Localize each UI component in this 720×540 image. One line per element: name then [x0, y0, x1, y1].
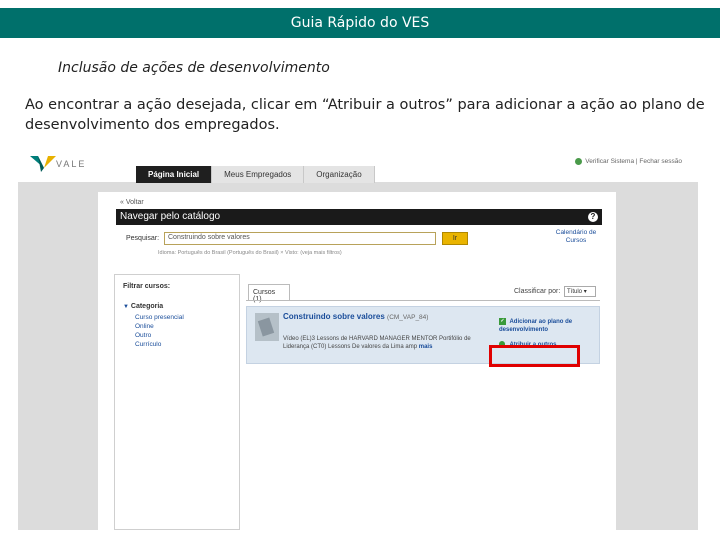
catalog-title: Navegar pelo catálogo — [120, 211, 221, 222]
active-filters: Idioma: Português do Brasil (Português d… — [158, 250, 342, 256]
back-link[interactable]: « Voltar — [120, 199, 144, 206]
sort-select[interactable]: Título ▾ — [564, 286, 596, 297]
more-link[interactable]: mais — [419, 344, 433, 350]
category-title: Categoria — [130, 303, 164, 310]
category-list: Curso presencial Online Outro Currículo — [135, 313, 184, 349]
app-screenshot: VALE Verificar Sistema | Fechar sessão P… — [18, 150, 698, 530]
user-icon — [575, 158, 583, 165]
tab-home[interactable]: Página Inicial — [136, 166, 213, 183]
course-title[interactable]: Construindo sobre valores — [283, 312, 385, 321]
main-nav: Página Inicial Meus Empregados Organizaç… — [136, 166, 375, 183]
slide-subtitle: Inclusão de ações de desenvolvimento — [58, 60, 330, 76]
slide-instruction: Ao encontrar a ação desejada, clicar em … — [25, 97, 705, 133]
tab-divider — [246, 300, 600, 301]
chevron-down-icon: ▾ — [583, 289, 587, 295]
slide-header-title: Guia Rápido do VES — [290, 15, 430, 31]
course-description: Vídeo (EL)3 Lessons de HARVARD MANAGER M… — [283, 335, 495, 351]
slide-header-bar: Guia Rápido do VES — [0, 8, 720, 38]
catalog-title-bar: Navegar pelo catálogo ? — [116, 209, 602, 225]
app-header: VALE Verificar Sistema | Fechar sessão P… — [18, 150, 698, 183]
user-links-label[interactable]: Verificar Sistema | Fechar sessão — [585, 158, 682, 165]
add-to-plan-label[interactable]: Adicionar ao plano de desenvolvimento — [499, 319, 572, 333]
user-links[interactable]: Verificar Sistema | Fechar sessão — [575, 158, 682, 165]
sort-value: Título — [567, 289, 583, 295]
highlight-box — [489, 345, 580, 367]
search-input[interactable]: Construindo sobre valores — [164, 232, 436, 245]
search-label: Pesquisar: — [126, 235, 160, 242]
tab-organization[interactable]: Organização — [304, 166, 375, 183]
course-description-text: Vídeo (EL)3 Lessons de HARVARD MANAGER M… — [283, 336, 471, 350]
tab-courses[interactable]: Cursos (1) — [248, 284, 290, 303]
category-item[interactable]: Currículo — [135, 340, 184, 349]
checkbox-icon: ✓ — [499, 318, 506, 325]
tab-my-employees[interactable]: Meus Empregados — [212, 166, 305, 183]
category-heading[interactable]: ▼ Categoria — [123, 303, 163, 310]
course-title-link[interactable]: Construindo sobre valores (CM_VAP_84) — [283, 312, 428, 321]
results-panel: Cursos (1) Classificar por: Título ▾ Con… — [246, 274, 600, 530]
course-calendar-link[interactable]: Calendário de Cursos — [546, 229, 606, 245]
search-go-button[interactable]: Ir — [442, 232, 468, 245]
filter-panel: Filtrar cursos: ▼ Categoria Curso presen… — [114, 274, 240, 530]
vale-logo-text: VALE — [56, 159, 87, 169]
course-thumbnail — [255, 313, 279, 341]
help-icon[interactable]: ? — [588, 212, 598, 222]
filter-title: Filtrar cursos: — [123, 283, 171, 290]
sort-label: Classificar por: — [514, 288, 561, 295]
triangle-down-icon: ▼ — [123, 304, 129, 310]
course-code: (CM_VAP_84) — [387, 314, 429, 321]
category-item[interactable]: Curso presencial — [135, 313, 184, 322]
category-item[interactable]: Outro — [135, 331, 184, 340]
add-to-plan-link[interactable]: ✓ Adicionar ao plano de desenvolvimento — [499, 318, 599, 334]
category-item[interactable]: Online — [135, 322, 184, 331]
